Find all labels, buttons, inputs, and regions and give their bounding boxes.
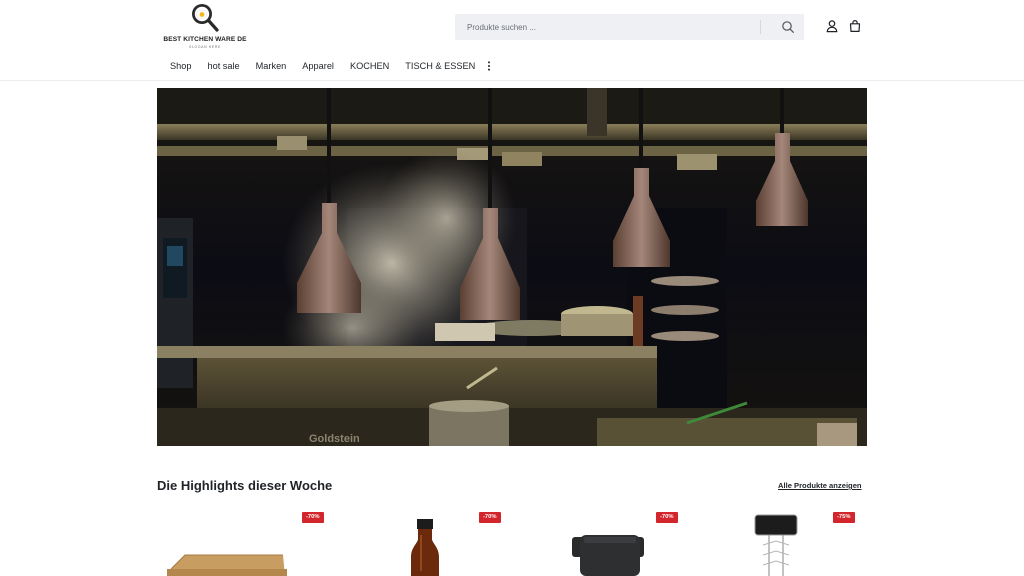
- product-card[interactable]: -70%: [157, 505, 327, 576]
- user-icon[interactable]: [825, 19, 839, 33]
- search-input[interactable]: [455, 14, 755, 40]
- site-header: BEST KITCHEN WARE DE SLOGAN HERE Shop ho…: [0, 0, 1024, 81]
- highlights-title: Die Highlights dieser Woche: [157, 478, 333, 493]
- search-divider: [760, 20, 761, 34]
- nav-item-hot-sale[interactable]: hot sale: [207, 61, 239, 71]
- product-image-pot: [572, 535, 644, 576]
- nav-item-tisch-essen[interactable]: TISCH & ESSEN: [405, 61, 475, 71]
- discount-badge: -70%: [656, 512, 678, 523]
- discount-badge: -70%: [302, 512, 324, 523]
- product-card[interactable]: -70%: [333, 505, 503, 576]
- product-image-bottle: [411, 519, 439, 576]
- stove-brand-text: Goldstein: [309, 433, 360, 445]
- all-products-link[interactable]: Alle Produkte anzeigen: [778, 481, 862, 490]
- main-navigation: Shop hot sale Marken Apparel KOCHEN TISC…: [170, 59, 491, 73]
- site-logo[interactable]: BEST KITCHEN WARE DE SLOGAN HERE: [162, 2, 248, 50]
- logo-slogan: SLOGAN HERE: [189, 45, 221, 49]
- nav-item-shop[interactable]: Shop: [170, 61, 191, 71]
- product-card[interactable]: -70%: [510, 505, 680, 576]
- discount-badge: -70%: [479, 512, 501, 523]
- more-vertical-icon[interactable]: [486, 60, 492, 72]
- product-image-display-stand: [754, 514, 798, 576]
- hero-kitchen-image: Goldstein: [157, 88, 867, 446]
- nav-item-apparel[interactable]: Apparel: [302, 61, 334, 71]
- discount-badge: -75%: [833, 512, 855, 523]
- search-icon[interactable]: [781, 20, 795, 34]
- frying-pan-logo-icon: [192, 4, 219, 32]
- search-bar: [455, 14, 804, 40]
- product-card[interactable]: -75%: [687, 505, 857, 576]
- nav-item-marken[interactable]: Marken: [256, 61, 287, 71]
- logo-text: BEST KITCHEN WARE DE: [163, 36, 247, 43]
- cart-icon[interactable]: [848, 19, 862, 33]
- hero-banner[interactable]: Goldstein: [157, 88, 867, 446]
- nav-item-kochen[interactable]: KOCHEN: [350, 61, 389, 71]
